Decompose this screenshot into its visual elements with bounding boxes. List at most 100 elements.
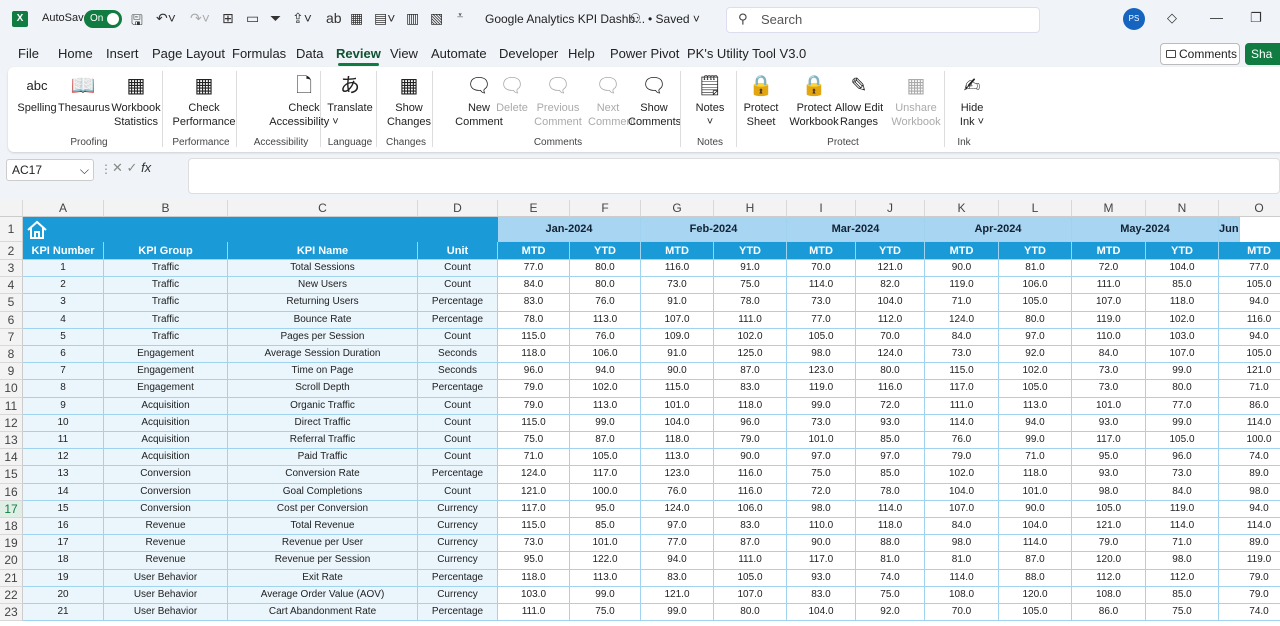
borders-icon[interactable]: ⊞ xyxy=(222,10,234,27)
row-header-9[interactable]: 9 xyxy=(0,363,23,381)
cell[interactable]: 114.0 xyxy=(1219,518,1280,536)
cell[interactable]: 92.0 xyxy=(999,346,1072,364)
cell[interactable]: 79.0 xyxy=(925,449,999,467)
cell[interactable]: 85.0 xyxy=(1146,586,1219,604)
cell[interactable]: 73.0 xyxy=(1072,363,1146,381)
tab-insert[interactable]: Insert xyxy=(106,46,139,61)
fx-icon[interactable]: fx xyxy=(141,160,151,175)
cell[interactable]: 73.0 xyxy=(787,414,856,432)
cell[interactable]: Percentage xyxy=(418,466,498,484)
cell[interactable]: 81.0 xyxy=(999,260,1072,278)
cell[interactable]: 97.0 xyxy=(856,449,925,467)
cell[interactable]: 74.0 xyxy=(1219,604,1280,622)
cell[interactable]: Bounce Rate xyxy=(228,311,418,329)
row-header-23[interactable]: 23 xyxy=(0,604,23,622)
cell[interactable]: 101.0 xyxy=(787,432,856,450)
cell[interactable]: 78.0 xyxy=(714,294,787,312)
cell[interactable]: 103.0 xyxy=(498,586,570,604)
cell[interactable]: 74.0 xyxy=(1219,449,1280,467)
cell[interactable]: 73.0 xyxy=(1146,466,1219,484)
cell[interactable]: 125.0 xyxy=(714,346,787,364)
cell[interactable]: 118.0 xyxy=(641,432,714,450)
cell[interactable]: 97.0 xyxy=(641,518,714,536)
cell[interactable]: 1 xyxy=(23,260,104,278)
row-header-17[interactable]: 17 xyxy=(0,500,23,518)
cell[interactable]: 85.0 xyxy=(856,466,925,484)
cell[interactable]: 90.0 xyxy=(999,500,1072,518)
cell[interactable]: Count xyxy=(418,260,498,278)
cell[interactable]: 119.0 xyxy=(1146,500,1219,518)
row-header-3[interactable]: 3 xyxy=(0,260,23,278)
cell[interactable]: 73.0 xyxy=(925,346,999,364)
cell[interactable]: 113.0 xyxy=(570,569,641,587)
cell[interactable]: Currency xyxy=(418,535,498,553)
tab-pk-s-utility-tool-v3-0[interactable]: PK's Utility Tool V3.0 xyxy=(687,46,806,61)
row-header-18[interactable]: 18 xyxy=(0,518,23,536)
cell[interactable]: 87.0 xyxy=(570,432,641,450)
next-comment-button[interactable]: 🗨 Next Comment xyxy=(588,71,636,129)
cell[interactable]: 112.0 xyxy=(856,311,925,329)
cell[interactable]: 88.0 xyxy=(999,569,1072,587)
delete-button[interactable]: 🗨 Delete xyxy=(494,71,530,115)
cell[interactable]: 121.0 xyxy=(1072,518,1146,536)
cell[interactable]: 105.0 xyxy=(787,328,856,346)
cell[interactable]: 104.0 xyxy=(856,294,925,312)
cell[interactable]: 94.0 xyxy=(570,363,641,381)
cell[interactable]: 98.0 xyxy=(1072,483,1146,501)
cell[interactable]: 102.0 xyxy=(714,328,787,346)
cell[interactable]: 95.0 xyxy=(570,500,641,518)
cell[interactable]: 117.0 xyxy=(787,552,856,570)
cell[interactable]: Acquisition xyxy=(104,414,228,432)
comments-button[interactable]: Comments xyxy=(1160,43,1240,65)
cell[interactable]: 106.0 xyxy=(999,277,1072,295)
cell[interactable]: 107.0 xyxy=(1072,294,1146,312)
cell[interactable]: 111.0 xyxy=(1072,277,1146,295)
cell[interactable]: 73.0 xyxy=(641,277,714,295)
cell[interactable]: 5 xyxy=(23,328,104,346)
cell[interactable]: 83.0 xyxy=(787,586,856,604)
cell[interactable]: Conversion Rate xyxy=(228,466,418,484)
cell[interactable]: 105.0 xyxy=(1072,500,1146,518)
notes-button[interactable]: 🗒 Notes ˅ xyxy=(692,71,728,129)
cell[interactable]: 102.0 xyxy=(570,380,641,398)
spelling-qat-icon[interactable]: ab xyxy=(326,10,342,26)
cell[interactable]: User Behavior xyxy=(104,586,228,604)
cell[interactable]: 75.0 xyxy=(498,432,570,450)
show-comments-button[interactable]: 🗨 Show Comments xyxy=(628,71,681,129)
hide-ink-button[interactable]: ✍ Hide Ink ˅ xyxy=(952,71,992,129)
customize-qat-icon[interactable]: ⩡ xyxy=(457,10,463,23)
calculator-icon[interactable]: ▤˅ xyxy=(374,10,395,27)
calculate-icon[interactable]: ▥ xyxy=(406,10,419,27)
cell[interactable]: 91.0 xyxy=(641,346,714,364)
minimize-icon[interactable]: — xyxy=(1210,10,1223,25)
column-header-K[interactable]: K xyxy=(925,200,999,217)
cell[interactable]: 105.0 xyxy=(1146,432,1219,450)
row-header-7[interactable]: 7 xyxy=(0,328,23,346)
cell[interactable]: 75.0 xyxy=(787,466,856,484)
cell[interactable]: 104.0 xyxy=(925,483,999,501)
cell[interactable]: 107.0 xyxy=(1146,346,1219,364)
row-header-16[interactable]: 16 xyxy=(0,483,23,501)
row-header-12[interactable]: 12 xyxy=(0,414,23,432)
cell[interactable]: 86.0 xyxy=(1219,398,1280,415)
filter-icon[interactable]: ⏷ xyxy=(270,10,281,27)
cell[interactable]: 70.0 xyxy=(925,604,999,622)
avatar[interactable]: PS xyxy=(1123,8,1145,30)
cell[interactable]: 81.0 xyxy=(925,552,999,570)
cell[interactable]: 119.0 xyxy=(925,277,999,295)
cell[interactable]: 71.0 xyxy=(1219,380,1280,398)
cell[interactable]: 110.0 xyxy=(787,518,856,536)
cell[interactable]: 98.0 xyxy=(1146,552,1219,570)
cell[interactable]: Count xyxy=(418,328,498,346)
enter-icon[interactable]: ✓ xyxy=(127,160,138,175)
cell[interactable]: Engagement xyxy=(104,346,228,364)
row-header-14[interactable]: 14 xyxy=(0,449,23,467)
row-header-1[interactable]: 1 xyxy=(0,217,23,242)
cell[interactable]: 116.0 xyxy=(714,466,787,484)
row-header-21[interactable]: 21 xyxy=(0,569,23,587)
cell[interactable]: Percentage xyxy=(418,380,498,398)
cell[interactable]: Count xyxy=(418,397,498,415)
cell[interactable]: 70.0 xyxy=(856,328,925,346)
cell[interactable]: Total Sessions xyxy=(228,260,418,278)
cell[interactable]: 115.0 xyxy=(498,414,570,432)
